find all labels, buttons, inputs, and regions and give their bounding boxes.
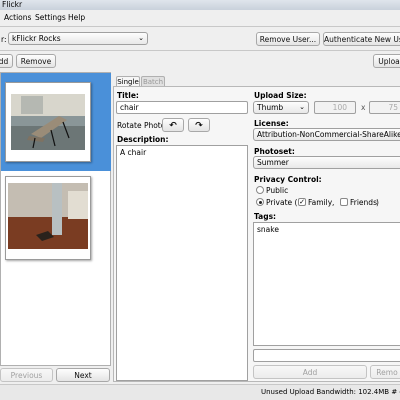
tag-input[interactable] xyxy=(253,349,400,362)
license-label: License: xyxy=(254,119,289,128)
menu-settings[interactable]: Settings xyxy=(35,13,66,22)
public-radio[interactable] xyxy=(256,186,264,194)
width-spinbox[interactable]: 100 xyxy=(314,101,356,114)
photo-item-room[interactable] xyxy=(1,171,111,267)
remove-user-button[interactable]: Remove User... xyxy=(256,32,320,46)
upload-size-value: Thumb xyxy=(257,103,284,112)
photoset-value: Summer xyxy=(257,158,289,167)
rotate-left-button[interactable]: ↶ xyxy=(162,118,184,132)
menu-actions[interactable]: Actions xyxy=(4,13,31,22)
photoset-select[interactable]: Summer xyxy=(253,156,400,169)
upload-size-label: Upload Size: xyxy=(254,91,307,100)
title-bar: Flickr xyxy=(0,0,400,10)
rotate-label: Rotate Photo xyxy=(117,121,166,130)
friends-checkbox[interactable] xyxy=(340,198,348,206)
rotate-left-icon: ↶ xyxy=(169,121,177,131)
toolbar-divider xyxy=(0,50,400,51)
title-field[interactable]: chair xyxy=(116,101,248,114)
remove-photo-button[interactable]: Remove xyxy=(16,54,56,68)
description-label: Description: xyxy=(117,135,169,144)
remove-tag-button[interactable]: Remo xyxy=(370,365,400,379)
private-label: Private ( xyxy=(266,198,298,207)
photo-item-chair[interactable] xyxy=(1,73,111,171)
public-label: Public xyxy=(266,186,289,195)
status-bar: Unused Upload Bandwidth: 102.4MB # of Ph xyxy=(0,384,400,400)
privacy-label: Privacy Control: xyxy=(254,175,322,184)
next-button[interactable]: Next xyxy=(56,368,110,382)
chevron-down-icon: ⌄ xyxy=(138,34,144,42)
checkmark-icon: ✓ xyxy=(299,198,305,206)
menu-divider xyxy=(0,26,400,27)
authenticate-user-button[interactable]: Authenticate New User xyxy=(323,32,400,46)
height-spinbox[interactable]: 75 xyxy=(369,101,400,114)
family-checkbox[interactable]: ✓ xyxy=(298,198,306,206)
menu-help[interactable]: Help xyxy=(68,13,85,22)
private-radio[interactable] xyxy=(256,198,264,206)
room-photo xyxy=(8,183,88,249)
previous-button[interactable]: Previous xyxy=(0,368,53,382)
photo-list[interactable] xyxy=(0,72,111,366)
photo-thumbnail xyxy=(5,82,91,162)
chair-photo xyxy=(11,94,85,150)
add-photo-button[interactable]: dd xyxy=(0,54,13,68)
user-select[interactable]: kFlickr Rocks ⌄ xyxy=(8,32,148,45)
license-select[interactable]: Attribution-NonCommercial-ShareAlike Lic… xyxy=(253,128,400,141)
close-paren: ) xyxy=(376,198,379,207)
tags-list[interactable]: snake xyxy=(253,222,400,346)
window-title: Flickr xyxy=(2,0,23,9)
user-select-value: kFlickr Rocks xyxy=(12,34,61,43)
rotate-right-button[interactable]: ↷ xyxy=(188,118,210,132)
user-label: r: xyxy=(1,35,7,44)
tags-label: Tags: xyxy=(254,212,277,221)
family-label: Family xyxy=(308,198,333,207)
license-value: Attribution-NonCommercial-ShareAlike Lic… xyxy=(257,130,400,139)
rotate-right-icon: ↷ xyxy=(195,121,203,131)
title-label: Title: xyxy=(117,91,139,100)
upload-size-select[interactable]: Thumb ⌄ xyxy=(253,101,309,114)
description-field[interactable]: A chair xyxy=(116,145,248,381)
times-label: x xyxy=(361,103,366,112)
photoset-label: Photoset: xyxy=(254,147,295,156)
friends-label: Friends xyxy=(350,198,377,207)
photo-thumbnail xyxy=(5,176,91,260)
add-tag-button[interactable]: Add xyxy=(253,365,367,379)
upload-button[interactable]: Uploa xyxy=(373,54,400,68)
chevron-down-icon: ⌄ xyxy=(299,103,305,111)
comma-separator: , xyxy=(332,198,335,207)
status-text: Unused Upload Bandwidth: 102.4MB # of Ph xyxy=(261,388,400,396)
